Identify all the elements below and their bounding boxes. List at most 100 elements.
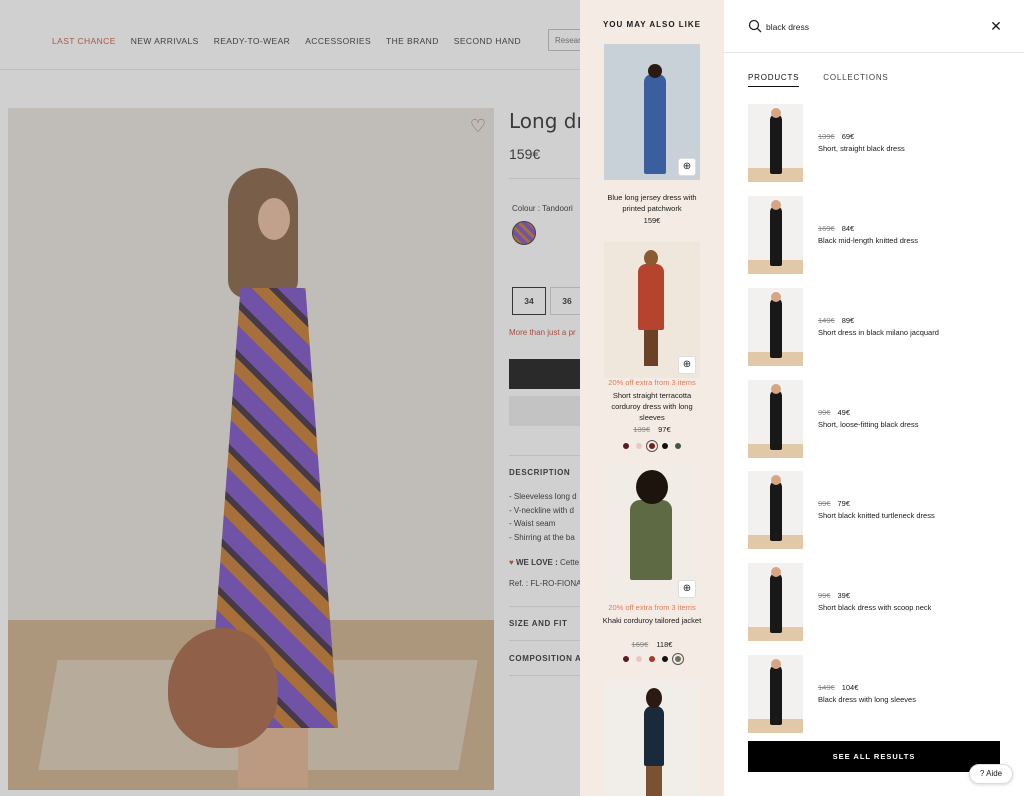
price-current: 118€ (656, 640, 673, 649)
price-current: 79€ (837, 499, 851, 508)
result-thumbnail (748, 104, 803, 182)
colour-dot[interactable] (636, 443, 642, 449)
result-prices: 149€ 104€ (818, 683, 858, 692)
price-old: 169€ (631, 640, 649, 649)
price-current: 159€ (643, 216, 661, 225)
result-model-head (771, 659, 781, 669)
tab-products[interactable]: PRODUCTS (748, 73, 800, 87)
help-label: Aide (986, 769, 1003, 778)
result-model-head (771, 292, 781, 302)
colour-dot[interactable] (636, 656, 642, 662)
result-name: Short black knitted turtleneck dress (818, 511, 935, 520)
result-prices: 99€ 79€ (818, 499, 850, 508)
search-panel: ✕ PRODUCTS COLLECTIONS 139€ 69€ Short, st… (724, 0, 1024, 796)
colour-dot[interactable] (662, 443, 668, 449)
search-icon (748, 19, 762, 33)
result-thumbnail (748, 380, 803, 458)
search-bar: ✕ (724, 0, 1024, 53)
model-boots (644, 330, 658, 366)
model-head (644, 250, 658, 266)
result-model (770, 390, 782, 450)
recommendation-price: 139€ 97€ (580, 425, 724, 434)
price-old: 99€ (818, 408, 831, 417)
result-prices: 99€ 49€ (818, 408, 850, 417)
result-name: Black dress with long sleeves (818, 695, 916, 704)
price-old: 139€ (818, 132, 835, 141)
colour-dot-selected[interactable] (646, 440, 658, 452)
price-current: 84€ (841, 224, 855, 233)
colour-dot[interactable] (623, 443, 629, 449)
search-result-item[interactable]: 149€ 89€ Short dress in black milano jacq… (748, 288, 1008, 366)
colour-dot[interactable] (649, 656, 655, 662)
recommendation-name[interactable]: Khaki corduroy tailored jacket (598, 615, 706, 626)
result-thumbnail (748, 471, 803, 549)
colour-dot[interactable] (623, 656, 629, 662)
search-result-item[interactable]: 99€ 39€ Short black dress with scoop neck (748, 563, 1008, 641)
add-to-bag-icon[interactable]: ⊕ (678, 158, 696, 176)
result-name: Short dress in black milano jacquard (818, 328, 939, 337)
close-icon[interactable]: ✕ (988, 18, 1004, 34)
tab-collections[interactable]: COLLECTIONS (823, 73, 888, 87)
add-to-bag-icon[interactable]: ⊕ (678, 356, 696, 374)
price-current: 49€ (837, 408, 851, 417)
model-hair (636, 470, 668, 504)
result-prices: 169€ 84€ (818, 224, 854, 233)
search-result-item[interactable]: 169€ 84€ Black mid-length knitted dress (748, 196, 1008, 274)
result-model (770, 206, 782, 266)
model-head (646, 688, 662, 708)
colour-dot[interactable] (675, 443, 681, 449)
colour-dot-selected[interactable] (672, 653, 684, 665)
recommendation-name[interactable]: Short straight terracotta corduroy dress… (598, 390, 706, 423)
search-result-item[interactable]: 99€ 79€ Short black knitted turtleneck dr… (748, 471, 1008, 549)
search-tabs: PRODUCTS COLLECTIONS (748, 73, 889, 87)
colour-options (580, 653, 724, 665)
recommendation-image[interactable]: ⊕ (604, 44, 700, 180)
price-old: 99€ (818, 591, 831, 600)
result-model-head (771, 200, 781, 210)
recommendation-name[interactable]: Blue long jersey dress with printed patc… (598, 192, 706, 214)
recommendation-price: 159€ (580, 216, 724, 225)
recommendation-image[interactable]: ⊕ (604, 242, 700, 378)
price-current: 39€ (837, 591, 851, 600)
result-name: Short, straight black dress (818, 144, 905, 153)
model-jacket (630, 500, 672, 580)
model-dress (644, 706, 664, 766)
result-model-head (771, 108, 781, 118)
promo-label: 20% off extra from 3 items (608, 603, 696, 612)
recommendation-image[interactable] (604, 680, 700, 796)
search-result-item[interactable]: 99€ 49€ Short, loose-fitting black dress (748, 380, 1008, 458)
search-input[interactable] (766, 20, 966, 34)
result-thumbnail (748, 655, 803, 733)
ymal-title: YOU MAY ALSO LIKE (602, 20, 702, 29)
search-result-item[interactable]: 139€ 69€ Short, straight black dress (748, 104, 1008, 182)
price-old: 149€ (818, 316, 835, 325)
recommendation-image[interactable]: ⊕ (604, 466, 700, 602)
result-model-head (771, 475, 781, 485)
result-model-head (771, 384, 781, 394)
price-current: 97€ (658, 425, 671, 434)
result-model (770, 573, 782, 633)
result-thumbnail (748, 288, 803, 366)
see-all-results-button[interactable]: SEE ALL RESULTS (748, 741, 1000, 772)
result-name: Short black dress with scoop neck (818, 603, 932, 612)
help-button[interactable]: ? Aide (969, 764, 1013, 784)
price-old: 139€ (633, 425, 651, 434)
colour-dot[interactable] (662, 656, 668, 662)
result-thumbnail (748, 196, 803, 274)
price-old: 149€ (818, 683, 835, 692)
result-model (770, 481, 782, 541)
result-model (770, 114, 782, 174)
add-to-bag-icon[interactable]: ⊕ (678, 580, 696, 598)
model-head (648, 64, 662, 78)
you-may-also-like-panel: YOU MAY ALSO LIKE ⊕ Blue long jersey dre… (580, 0, 724, 796)
price-old: 169€ (818, 224, 835, 233)
model-boots (646, 766, 662, 796)
result-name: Black mid-length knitted dress (818, 236, 919, 245)
search-result-item[interactable]: 149€ 104€ Black dress with long sleeves (748, 655, 1008, 733)
result-model-head (771, 567, 781, 577)
price-current: 104€ (841, 683, 859, 692)
promo-label: 20% off extra from 3 items (608, 378, 696, 387)
colour-options (580, 440, 724, 452)
result-thumbnail (748, 563, 803, 641)
price-old: 99€ (818, 499, 831, 508)
